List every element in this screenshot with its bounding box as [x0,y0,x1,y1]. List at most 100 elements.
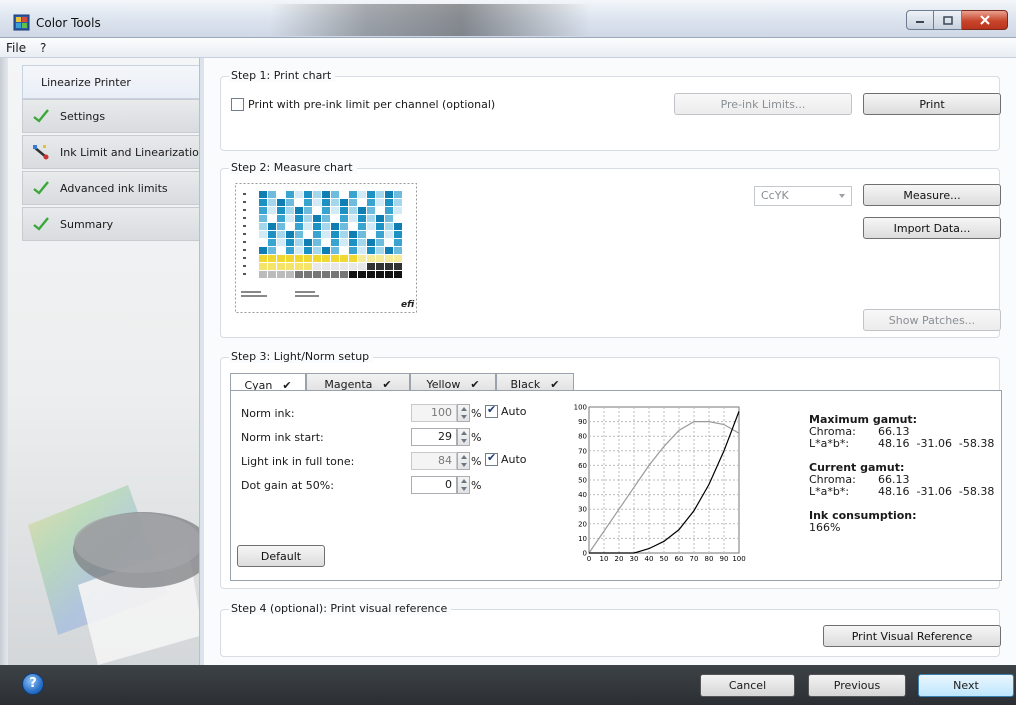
chart-patch [331,231,339,238]
norm-ink-start-input[interactable]: 29 [411,428,457,446]
default-button[interactable]: Default [237,545,325,567]
step1-group: Step 1: Print chart Print with pre-ink l… [220,69,1001,151]
chart-patch [277,239,285,246]
cancel-button[interactable]: Cancel [700,674,795,697]
norm-ink-start-stepper[interactable] [457,428,470,446]
chart-patch [259,215,267,222]
chart-patch [358,215,366,222]
light-ink-auto-checkbox[interactable] [485,451,498,466]
preink-checkbox-row[interactable]: Print with pre-ink limit per channel (op… [231,98,495,111]
measure-device-dropdown[interactable]: CcYK [754,186,852,206]
norm-ink-stepper[interactable] [457,404,470,422]
norm-ink-input[interactable]: 100 [411,404,457,422]
chart-patch [340,223,348,230]
chart-patch [277,223,285,230]
norm-ink-auto-checkbox[interactable] [485,403,498,418]
light-ink-auto[interactable]: Auto [485,451,527,466]
chart-patch [286,263,294,270]
chart-patch [295,255,303,262]
chart-patch [295,199,303,206]
chart-patch [367,199,375,206]
chart-patch [367,255,375,262]
chart-patch [376,215,384,222]
norm-ink-start-unit: % [471,431,482,444]
step1-title: Step 1: Print chart [229,69,336,82]
print-button[interactable]: Print [863,93,1001,115]
preink-checkbox[interactable] [231,98,244,111]
title-bar-glass [270,4,590,36]
chart-patch [313,263,321,270]
chart-patch [313,223,321,230]
next-button[interactable]: Next [918,674,1014,697]
import-data-button[interactable]: Import Data... [863,217,1001,239]
minimize-icon [916,21,924,23]
menu-file[interactable]: File [6,41,26,55]
chart-patch [376,207,384,214]
menu-help[interactable]: ? [40,41,46,55]
chart-patch [394,215,402,222]
chart-patch [295,215,303,222]
measuring-device-icon [32,143,50,161]
chart-patch [376,263,384,270]
chart-patch [340,191,348,198]
row-number-mark [243,265,246,267]
sidebar-item-summary[interactable]: Summary [22,207,199,241]
chart-patch [268,247,276,254]
row-number-mark [243,257,246,259]
chart-patch [286,223,294,230]
light-ink-input[interactable]: 84 [411,452,457,470]
max-lab-value: 48.16 -31.06 -58.38 [878,437,995,450]
sidebar-item-ink-limit[interactable]: Ink Limit and Linearization [22,135,199,169]
chart-patch [394,239,402,246]
dot-gain-input[interactable]: 0 [411,476,457,494]
chart-patch [367,191,375,198]
x-tick-label: 60 [675,555,684,563]
chart-patch [376,255,384,262]
chart-patch [268,263,276,270]
preink-limits-button[interactable]: Pre-ink Limits... [674,93,852,115]
measure-button[interactable]: Measure... [863,184,1001,206]
x-tick-label: 40 [645,555,654,563]
print-visual-reference-button[interactable]: Print Visual Reference [823,625,1001,647]
chart-patch [367,207,375,214]
chart-patch [376,231,384,238]
chart-patch [358,263,366,270]
chart-patch [358,239,366,246]
show-patches-button[interactable]: Show Patches... [863,309,1001,331]
row-number-mark [243,193,246,195]
maximize-button[interactable] [934,10,962,30]
row-number-mark [243,249,246,251]
dot-gain-stepper[interactable] [457,476,470,494]
minimize-button[interactable] [906,10,934,30]
help-icon[interactable]: ? [22,673,44,695]
chart-patch [394,223,402,230]
chart-patch [376,247,384,254]
sidebar-item-settings[interactable]: Settings [22,99,199,133]
light-ink-stepper[interactable] [457,452,470,470]
y-tick-label: 10 [578,535,587,543]
chart-patch [322,215,330,222]
sidebar-item-advanced-ink-limits[interactable]: Advanced ink limits [22,171,199,205]
chart-patch [322,255,330,262]
previous-button[interactable]: Previous [808,674,906,697]
chart-patch [349,263,357,270]
chart-patch [385,247,393,254]
chart-patch [313,255,321,262]
chart-patch [394,247,402,254]
chart-patch [313,191,321,198]
step2-title: Step 2: Measure chart [229,161,357,174]
chart-patch [394,255,402,262]
chart-patch [322,263,330,270]
close-button[interactable] [962,10,1008,30]
chart-patch [277,255,285,262]
chart-patch [259,223,267,230]
norm-ink-auto[interactable]: Auto [485,403,527,418]
checkmark-icon [32,179,50,197]
sidebar-item-linearize-printer[interactable]: Linearize Printer [22,65,199,99]
row-number-mark [243,273,246,275]
row-number-mark [243,233,246,235]
row-number-mark [243,217,246,219]
chart-patch [286,255,294,262]
row-number-mark [243,201,246,203]
chart-patch [331,247,339,254]
